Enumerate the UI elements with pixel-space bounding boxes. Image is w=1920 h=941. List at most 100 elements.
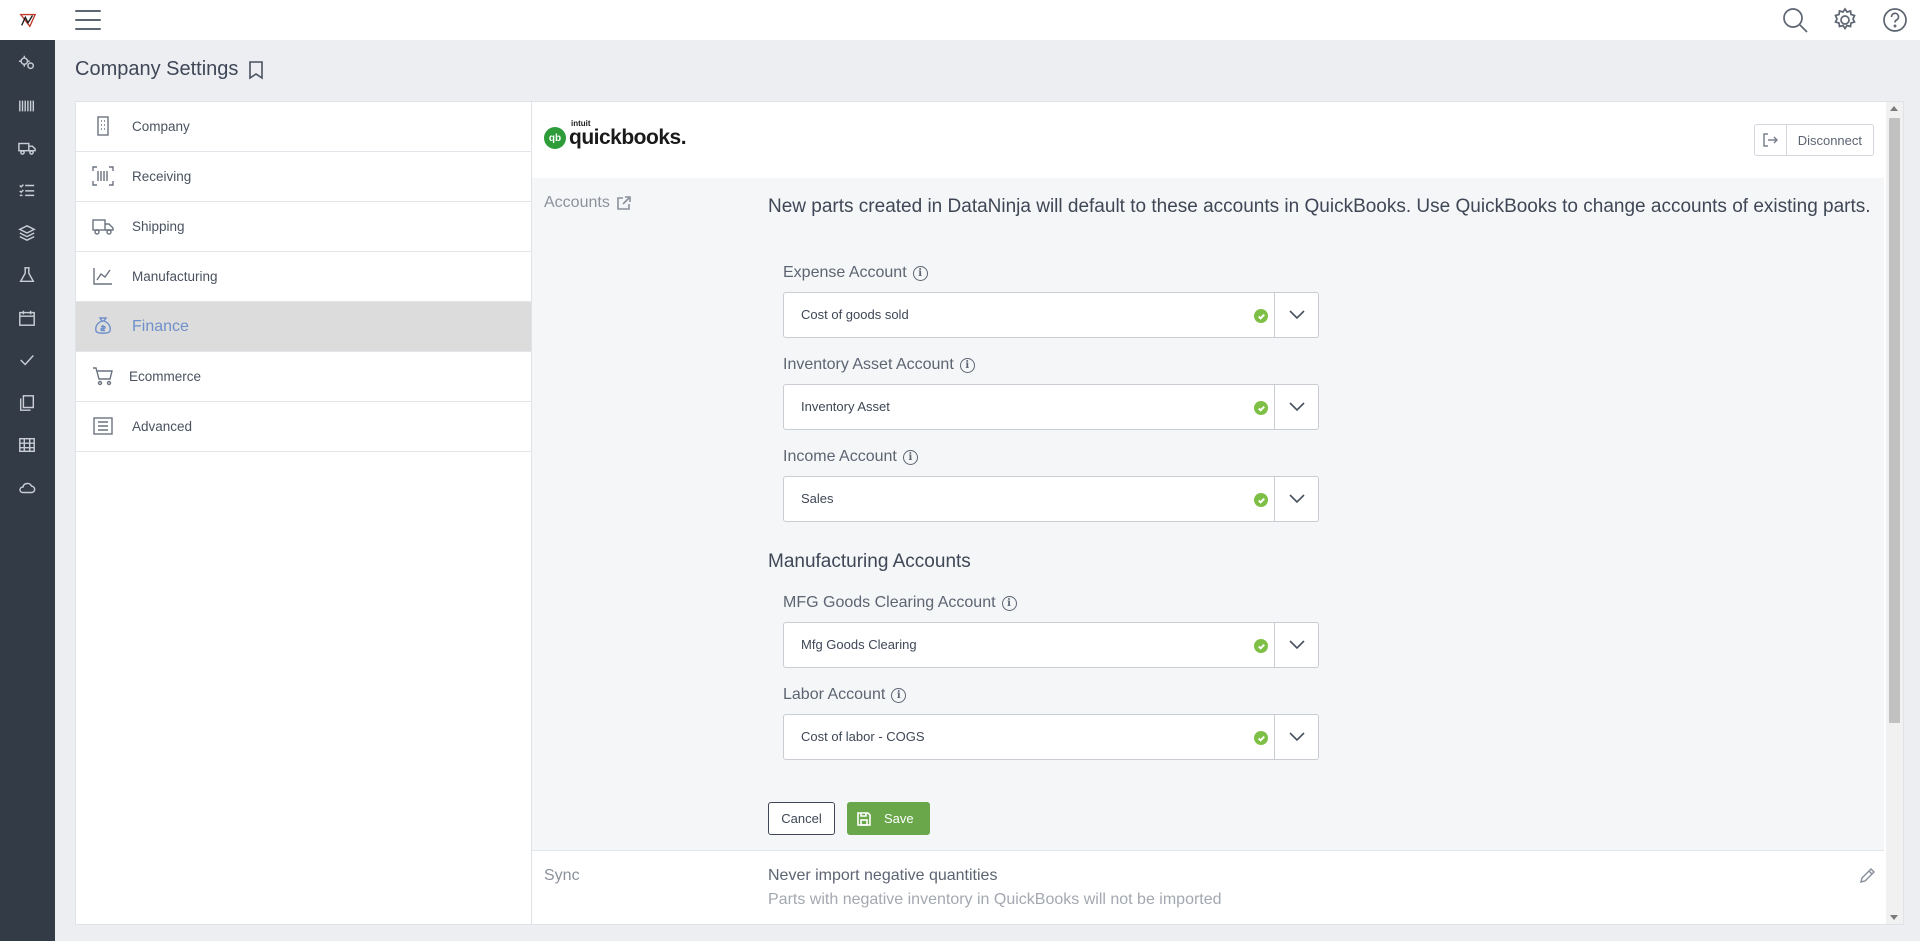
select-value: Mfg Goods Clearing [801,637,917,652]
menu-item-label: Finance [132,317,189,335]
bookmark-icon[interactable] [248,60,264,80]
chevron-down-icon[interactable] [1274,385,1318,429]
select-value: Cost of goods sold [801,307,909,322]
info-icon[interactable]: i [902,449,918,465]
truck-icon [92,216,114,236]
truck-icon[interactable] [14,135,40,161]
top-actions [1770,4,1920,36]
gear-icon[interactable] [1820,4,1870,36]
menu-item-receiving[interactable]: Receiving [76,152,531,202]
finance-content: qb intuit quickbooks. Disconnect Account… [532,102,1903,924]
app-logo[interactable] [0,0,55,40]
mfg-goods-clearing-account-select[interactable]: Mfg Goods Clearing [783,622,1319,668]
accounts-section-label[interactable]: Accounts [544,194,632,212]
chart-icon [92,266,114,286]
inventory-asset-account-field: Inventory Asset Account i Inventory Asset [783,354,1319,430]
chevron-down-icon[interactable] [1274,715,1318,759]
menu-item-advanced[interactable]: Advanced [76,402,531,452]
check-circle-icon [1254,731,1268,745]
intuit-text: intuit [571,119,591,128]
scrollbar-thumb[interactable] [1889,118,1900,723]
scroll-up-arrow-icon[interactable] [1890,106,1898,111]
calendar-icon[interactable] [14,305,40,331]
labor-account-select[interactable]: Cost of labor - COGS [783,714,1319,760]
page-title-text: Company Settings [75,58,239,80]
menu-item-label: Receiving [132,169,192,184]
menu-item-company[interactable]: Company [76,102,531,152]
cart-icon [92,366,114,386]
field-label: Expense Account i [783,262,1319,284]
sync-section: Sync Never import negative quantities Pa… [532,850,1884,924]
field-label: Inventory Asset Account i [783,354,1319,376]
check-circle-icon [1254,309,1268,323]
cancel-button[interactable]: Cancel [768,802,835,835]
sync-setting-description: Parts with negative inventory in QuickBo… [768,891,1222,908]
manufacturing-accounts-heading: Manufacturing Accounts [768,551,971,572]
external-link-icon[interactable] [616,195,632,211]
field-label-text: Income Account [783,448,897,465]
menu-item-label: Manufacturing [132,269,218,284]
layers-icon[interactable] [14,220,40,246]
labor-account-field: Labor Account i Cost of labor - COGS [783,684,1319,760]
flask-icon[interactable] [14,262,40,288]
menu-item-finance[interactable]: Finance [76,302,531,352]
qb-badge: qb [544,127,566,149]
cloud-icon[interactable] [14,475,40,501]
check-circle-icon [1254,493,1268,507]
settings-menu: Company Receiving Shipping Manufacturing… [76,102,532,924]
checklist-icon[interactable] [14,177,40,203]
info-icon[interactable]: i [891,687,907,703]
sync-section-label: Sync [544,867,580,885]
chevron-down-icon[interactable] [1274,623,1318,667]
select-value: Cost of labor - COGS [801,729,925,744]
income-account-select[interactable]: Sales [783,476,1319,522]
help-icon[interactable] [1870,4,1920,36]
field-label-text: Expense Account [783,264,907,281]
disconnect-button[interactable]: Disconnect [1753,124,1874,156]
inventory-asset-account-select[interactable]: Inventory Asset [783,384,1319,430]
info-icon[interactable]: i [912,265,928,281]
menu-item-label: Ecommerce [129,369,202,384]
money-bag-icon [92,316,114,336]
field-label: Labor Account i [783,684,1319,706]
check-circle-icon [1254,401,1268,415]
check-circle-icon [1254,639,1268,653]
content-scrollbar[interactable] [1886,102,1903,924]
settings-panel: Company Receiving Shipping Manufacturing… [75,101,1904,925]
expense-account-select[interactable]: Cost of goods sold [783,292,1319,338]
select-value: Inventory Asset [801,399,890,414]
sync-label-text: Sync [544,867,580,884]
qb-wordmark-text: quickbooks. [569,126,687,149]
integration-header: qb intuit quickbooks. Disconnect [532,102,1884,178]
table-icon[interactable] [14,432,40,458]
logo-icon [18,13,36,28]
chevron-down-icon[interactable] [1274,293,1318,337]
left-rail [0,0,55,941]
menu-item-shipping[interactable]: Shipping [76,202,531,252]
pencil-icon[interactable] [1858,867,1876,885]
barcode-icon[interactable] [14,93,40,119]
accounts-section: Accounts New parts created in DataNinja … [532,178,1884,850]
accounts-label-text: Accounts [544,194,610,211]
menu-item-ecommerce[interactable]: Ecommerce [76,352,531,402]
check-icon[interactable] [14,347,40,373]
chevron-down-icon[interactable] [1274,477,1318,521]
info-icon[interactable]: i [1001,595,1017,611]
menu-item-label: Shipping [132,219,185,234]
field-label-text: Labor Account [783,686,886,703]
search-icon[interactable] [1770,4,1820,36]
sign-out-icon [1755,125,1787,155]
info-icon[interactable]: i [959,357,975,373]
save-button[interactable]: Save [847,802,930,835]
quickbooks-logo: qb intuit quickbooks. [544,119,687,150]
gears-icon[interactable] [14,50,40,76]
field-label: Income Account i [783,446,1319,468]
field-label-text: MFG Goods Clearing Account [783,594,996,611]
menu-item-manufacturing[interactable]: Manufacturing [76,252,531,302]
hamburger-menu-icon[interactable] [75,8,101,32]
income-account-field: Income Account i Sales [783,446,1319,522]
page-title: Company Settings [75,58,264,81]
scroll-down-arrow-icon[interactable] [1890,915,1898,920]
copy-icon[interactable] [14,390,40,416]
menu-item-label: Advanced [132,419,193,434]
